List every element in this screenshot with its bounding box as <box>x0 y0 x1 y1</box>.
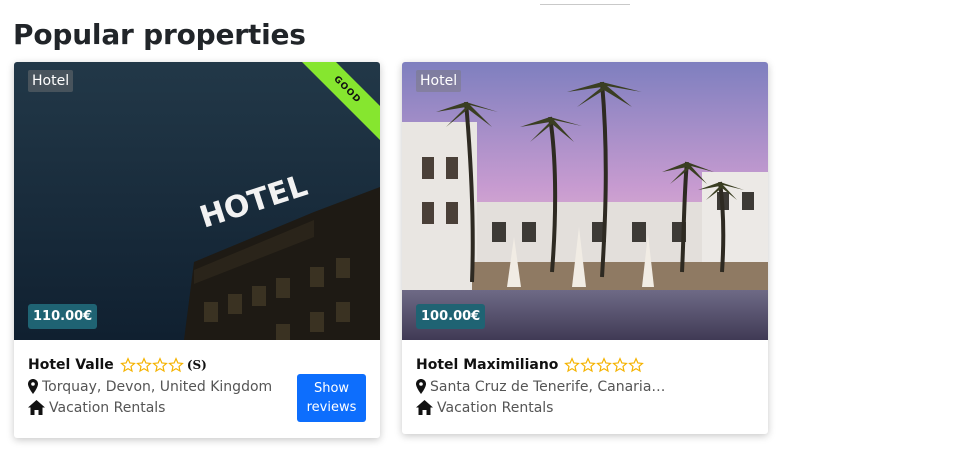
map-pin-icon <box>28 379 38 394</box>
property-image[interactable]: HOTEL Hotel GOOD 110.00€ <box>14 62 380 340</box>
map-pin-icon <box>416 379 426 394</box>
property-type-badge: Hotel <box>28 70 74 92</box>
star-outline-icon <box>151 357 168 373</box>
home-icon <box>416 400 433 415</box>
property-location: Santa Cruz de Tenerife, Canarias, S... <box>430 378 666 395</box>
price-badge: 100.00€ <box>416 304 486 329</box>
star-outline-icon <box>119 357 136 373</box>
star-outline-icon <box>135 357 152 373</box>
rating-ribbon: GOOD <box>290 62 380 152</box>
property-category: Vacation Rentals <box>49 399 166 416</box>
home-icon <box>28 400 45 415</box>
property-name-link[interactable]: Hotel Valle <box>28 357 114 373</box>
price-badge: 110.00€ <box>28 304 98 329</box>
category-row: Vacation Rentals <box>416 397 754 418</box>
star-rating-suffix: (S) <box>186 358 207 372</box>
star-rating <box>564 357 645 373</box>
star-outline-icon <box>628 357 645 373</box>
star-outline-icon <box>596 357 613 373</box>
location-row: Santa Cruz de Tenerife, Canarias, S... <box>416 376 754 397</box>
star-rating <box>119 357 184 373</box>
property-type-badge: Hotel <box>416 70 462 92</box>
property-category: Vacation Rentals <box>437 399 554 416</box>
section-title: Popular properties <box>13 18 306 51</box>
star-outline-icon <box>580 357 597 373</box>
property-card[interactable]: HOTEL Hotel GOOD 110.00€ Hotel Valle (S)… <box>14 62 380 438</box>
top-divider <box>540 4 630 5</box>
star-outline-icon <box>564 357 581 373</box>
property-image[interactable]: Hotel 100.00€ <box>402 62 768 340</box>
property-name-link[interactable]: Hotel Maximiliano <box>416 357 558 373</box>
property-location: Torquay, Devon, United Kingdom <box>42 378 273 395</box>
rating-ribbon-label: GOOD <box>292 62 380 145</box>
show-reviews-button[interactable]: Show reviews <box>297 374 366 422</box>
star-outline-icon <box>167 357 184 373</box>
property-card[interactable]: Hotel 100.00€ Hotel Maximiliano Santa Cr… <box>402 62 768 434</box>
star-outline-icon <box>612 357 629 373</box>
